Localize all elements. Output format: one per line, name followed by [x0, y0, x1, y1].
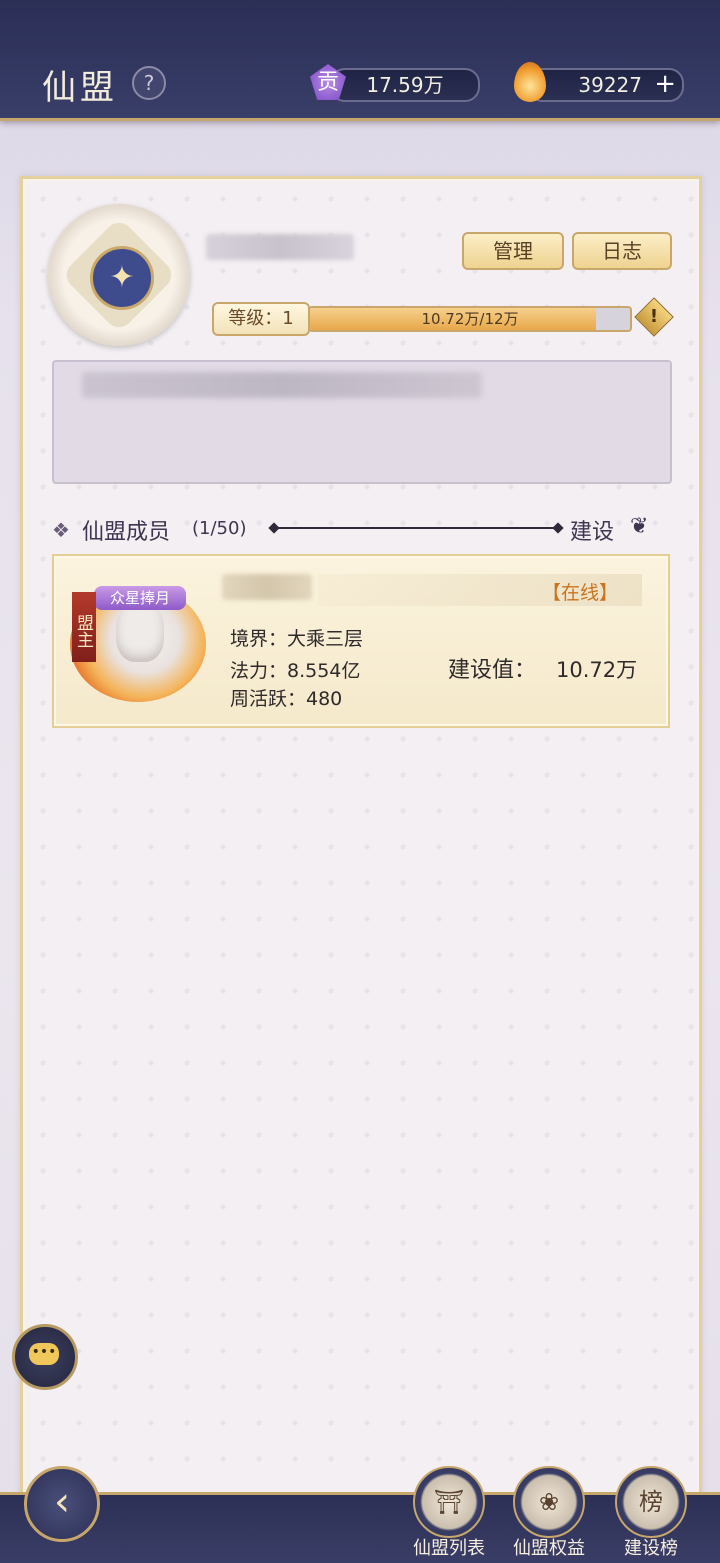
member-realm: 境界：大乘三层 — [230, 628, 364, 650]
phoenix-emblem-icon: ✦ — [90, 246, 154, 310]
spirit-counter: 39227 + — [528, 68, 684, 102]
member-weekly-active: 周活跃：480 — [230, 688, 343, 710]
members-count: (1/50) — [192, 518, 247, 539]
header-divider — [274, 527, 558, 529]
bottom-bar — [0, 1492, 720, 1563]
pouch-icon: ❀ — [513, 1466, 585, 1538]
leader-tag: 盟主 — [72, 592, 96, 662]
guild-emblem[interactable]: ✦ — [48, 204, 190, 346]
ranking-scroll-icon: 榜 — [615, 1466, 687, 1538]
help-icon[interactable]: ? — [132, 66, 166, 100]
sort-by-build-button[interactable]: 建设 — [570, 514, 614, 546]
build-ranking-label: 建设榜 — [624, 1538, 678, 1559]
members-title: 仙盟成员 — [82, 520, 171, 545]
back-arrow-icon[interactable]: ‹ — [24, 1466, 100, 1542]
guild-exp-bar: 10.72万/12万 — [308, 306, 632, 332]
build-ranking-button[interactable]: 榜 建设榜 — [614, 1466, 688, 1560]
member-power: 法力：8.554亿 — [230, 660, 361, 682]
section-diamond-icon: ❖ — [52, 518, 70, 542]
members-header: ❖ 仙盟成员 (1/50) 建设 ❦ — [52, 512, 668, 546]
member-name-blurred — [222, 574, 312, 600]
manage-button[interactable]: 管理 — [462, 232, 564, 270]
gate-icon: ⛩ — [413, 1466, 485, 1538]
guild-benefits-button[interactable]: ❀ 仙盟权益 — [512, 1466, 586, 1560]
guild-list-button[interactable]: ⛩ 仙盟列表 — [412, 1466, 486, 1560]
guild-level: 等级：1 — [212, 302, 310, 336]
member-build-label: 建设值： — [448, 658, 537, 683]
top-bar: 仙盟 ? 17.59万 贡 39227 + — [0, 0, 720, 121]
add-currency-button[interactable]: + — [654, 69, 676, 99]
guild-announcement[interactable] — [52, 360, 672, 484]
guild-exp-text: 10.72万/12万 — [421, 310, 519, 328]
log-button[interactable]: 日志 — [572, 232, 672, 270]
chat-button[interactable]: ••• — [12, 1324, 78, 1390]
member-title-badge: 众星捧月 — [94, 586, 186, 610]
spirit-value: 39227 — [578, 73, 642, 97]
contribution-counter: 17.59万 — [330, 68, 480, 102]
page-title: 仙盟 — [42, 68, 118, 108]
guild-name-blurred — [206, 234, 354, 260]
sort-chevron-icon[interactable]: ❦ — [630, 514, 648, 539]
guild-list-label: 仙盟列表 — [413, 1538, 485, 1559]
avatar-face — [116, 604, 164, 662]
member-build-value: 10.72万 — [556, 658, 638, 682]
flame-currency-icon — [514, 62, 546, 102]
guild-benefits-label: 仙盟权益 — [513, 1538, 585, 1559]
online-status: 【在线】 — [542, 582, 619, 604]
announcement-text-blurred — [82, 372, 482, 398]
warning-mark: ! — [649, 306, 659, 327]
chat-icon: ••• — [29, 1343, 59, 1365]
contribution-value: 17.59万 — [366, 73, 444, 97]
